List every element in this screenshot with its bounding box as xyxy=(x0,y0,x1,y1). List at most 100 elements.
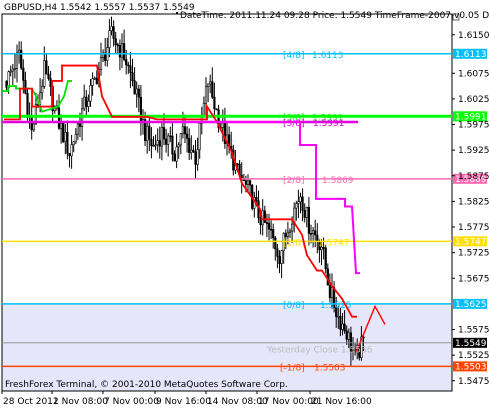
x-tick-label: 2 Nov 08:00 xyxy=(53,397,108,407)
candle-body xyxy=(17,49,21,54)
candle-body xyxy=(188,138,191,153)
candle xyxy=(62,121,65,143)
candle-body xyxy=(276,248,279,257)
candle-body xyxy=(131,72,134,81)
level-value: 1.5869 xyxy=(322,176,354,186)
level-label: [0/8] xyxy=(283,301,305,311)
candle-body xyxy=(167,135,170,145)
candle-body xyxy=(347,332,350,340)
lower-zone-shade xyxy=(2,303,452,391)
chart-window[interactable]: GBPUSD,H4 1.5542 1.5557 1.5537 1.5549 Dat… xyxy=(0,0,489,411)
candle-body xyxy=(297,201,300,204)
extra-level-label: [3/8] xyxy=(283,119,305,129)
candle-body xyxy=(24,80,27,94)
x-tick-label: 21 Nov 16:00 xyxy=(311,397,372,407)
candle-body xyxy=(278,256,281,264)
candle-body xyxy=(11,68,14,72)
candle-body xyxy=(125,59,128,66)
candle-body xyxy=(156,140,159,146)
candle-body xyxy=(198,122,201,150)
candle-body xyxy=(301,196,304,211)
level-value: 1.5503 xyxy=(314,363,346,373)
candle-body xyxy=(43,60,46,87)
y-tick-label: 1.6025 xyxy=(458,95,489,105)
candle-body xyxy=(171,135,174,155)
candle-body xyxy=(181,126,185,134)
candle-body xyxy=(190,149,193,153)
candle-body xyxy=(72,141,75,145)
candle-body xyxy=(120,43,124,58)
candle-body xyxy=(57,107,61,129)
y-tick-label: 1.5875 xyxy=(458,172,489,182)
candle-body xyxy=(249,180,252,186)
candle-body xyxy=(286,231,290,237)
candle-body xyxy=(7,71,10,88)
candle-body xyxy=(135,88,138,95)
candle-body xyxy=(337,315,340,318)
candle-body xyxy=(290,223,294,232)
candle-body xyxy=(165,138,168,145)
y-tick-label: 1.5825 xyxy=(458,197,489,207)
y-tick-label: 1.5675 xyxy=(458,274,489,284)
candle-body xyxy=(209,81,212,85)
level-value: 1.5747 xyxy=(318,238,350,248)
candle-body xyxy=(114,38,117,45)
candle-body xyxy=(236,163,239,165)
candle-body xyxy=(137,88,140,98)
candle-body xyxy=(66,131,69,154)
candle-body xyxy=(194,151,197,165)
copyright-text: FreshForex Terminal, © 2001-2010 MetaQuo… xyxy=(5,380,288,390)
candle-body xyxy=(221,122,224,128)
candle-body xyxy=(93,77,96,80)
y-tick-label: 1.5725 xyxy=(458,249,489,259)
level-label: [1/8] xyxy=(283,238,305,248)
info-bullet-icon xyxy=(176,12,178,14)
candle-body xyxy=(299,196,302,203)
candle-body xyxy=(309,233,313,235)
candle-body xyxy=(215,108,218,111)
candle-body xyxy=(116,44,119,46)
candle-body xyxy=(47,73,50,79)
candle-body xyxy=(13,68,17,70)
candle-body xyxy=(32,123,35,131)
level-label: [2/8] xyxy=(283,176,305,186)
candle-body xyxy=(22,67,25,81)
y-tick-label: 1.5475 xyxy=(458,377,489,387)
candle-body xyxy=(305,207,308,218)
candle-body xyxy=(99,57,103,70)
candle-body xyxy=(148,125,151,140)
candle-body xyxy=(267,222,271,230)
candle-body xyxy=(30,117,33,131)
candle-body xyxy=(255,197,258,202)
candle-body xyxy=(246,180,250,185)
candle-body xyxy=(133,80,136,95)
candle-body xyxy=(303,209,306,218)
y-tick-label: 1.5925 xyxy=(458,146,489,156)
y-tick-label: 1.5575 xyxy=(458,326,489,336)
candle-body xyxy=(244,180,248,185)
candle-body xyxy=(311,230,315,234)
candle-body xyxy=(192,149,195,153)
candle-body xyxy=(64,131,67,143)
x-tick-label: 28 Oct 2011 xyxy=(3,397,59,407)
candle-body xyxy=(9,70,12,73)
y-tick-label: 1.6075 xyxy=(458,69,489,79)
y-tick-label: 1.5775 xyxy=(458,223,489,233)
candle-body xyxy=(85,96,88,107)
candle-body xyxy=(78,123,82,127)
candle-body xyxy=(288,230,292,233)
price-chart[interactable]: GBPUSD,H4 1.5542 1.5557 1.5537 1.5549Dat… xyxy=(0,0,489,411)
candle-body xyxy=(330,287,334,298)
candle-body xyxy=(15,52,19,69)
candle-body xyxy=(45,60,48,75)
candle-body xyxy=(70,144,73,157)
candle-body xyxy=(62,123,65,143)
candle-body xyxy=(343,323,346,332)
candle-body xyxy=(112,26,115,39)
candle-body xyxy=(150,138,153,147)
candle xyxy=(215,108,218,111)
candle-body xyxy=(173,153,176,162)
candle-body xyxy=(87,100,90,107)
candle-body xyxy=(20,49,23,69)
yesterday-close-label: Yesterday Close 1.5536 xyxy=(266,345,373,355)
